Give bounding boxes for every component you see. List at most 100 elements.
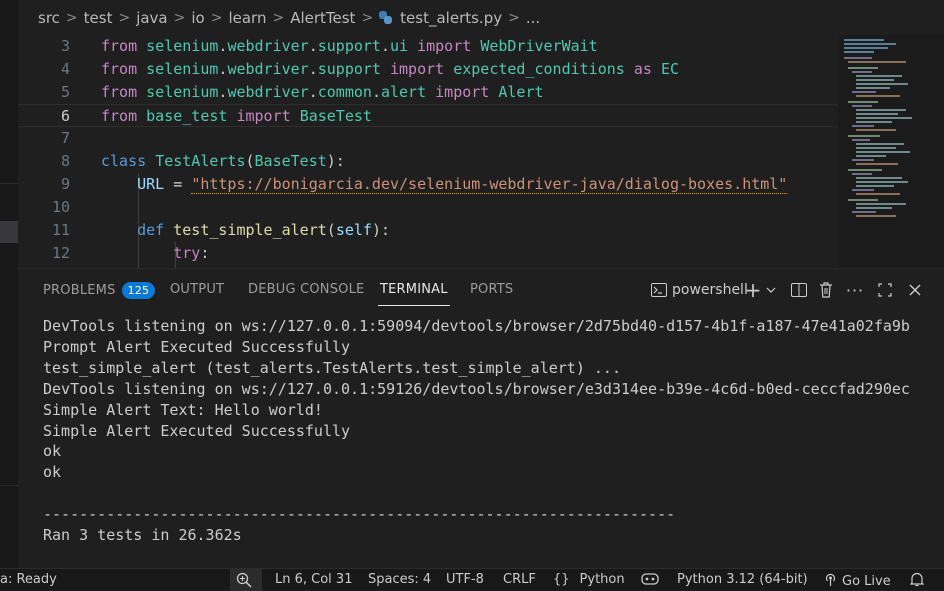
notifications-bell-icon[interactable] [910, 572, 924, 587]
language-mode[interactable]: {} Python [553, 572, 625, 587]
split-icon [788, 279, 810, 301]
code-line[interactable]: 12 try: [18, 242, 838, 265]
code-text: class TestAlerts(BaseTest): [101, 152, 345, 170]
python-file-icon [379, 11, 393, 24]
code-editor[interactable]: 3 from selenium.webdriver.support.ui imp… [18, 35, 838, 268]
problems-count-badge: 125 [121, 282, 156, 299]
left-strip [0, 0, 18, 568]
left-strip-divider [0, 183, 18, 184]
cursor-position[interactable]: Ln 6, Col 31 [275, 572, 352, 587]
chevron-right-icon: > [173, 9, 186, 26]
terminal-line: Ran 3 tests in 26.362s [43, 526, 242, 545]
more-actions-button[interactable]: ··· [844, 278, 866, 302]
split-terminal-button[interactable] [788, 278, 810, 302]
zoom-icon [236, 572, 252, 588]
indentation[interactable]: Spaces: 4 [368, 572, 431, 587]
breadcrumb-test[interactable]: test [84, 9, 113, 27]
go-live-label: Go Live [842, 574, 891, 589]
code-text: from selenium.webdriver.common.alert imp… [101, 83, 544, 101]
terminal-line: ok [43, 463, 62, 482]
tab-problems[interactable]: PROBLEMS 125 [43, 282, 156, 299]
tab-output[interactable]: OUTPUT [170, 282, 224, 297]
line-number: 9 [60, 175, 70, 193]
terminal-line: Simple Alert Executed Successfully [43, 421, 351, 440]
breadcrumb-file[interactable]: test_alerts.py [400, 9, 502, 27]
code-line[interactable]: 7 [18, 127, 838, 150]
breadcrumb-learn[interactable]: learn [228, 9, 266, 27]
line-number: 3 [60, 37, 70, 55]
left-strip-divider [0, 485, 18, 486]
status-ready[interactable]: a: Ready [0, 572, 57, 587]
breadcrumb-src[interactable]: src [38, 9, 60, 27]
line-number: 6 [60, 107, 70, 125]
maximize-panel-button[interactable] [874, 278, 896, 302]
line-number: 10 [51, 198, 70, 216]
terminal-shell-selector[interactable]: powershell [648, 278, 748, 302]
code-line[interactable]: 11 def test_simple_alert(self): [18, 219, 838, 242]
terminal-line: DevTools listening on ws://127.0.0.1:591… [43, 379, 910, 398]
tab-ports[interactable]: PORTS [470, 282, 513, 297]
chevron-right-icon: > [272, 9, 285, 26]
breadcrumb-alerttest[interactable]: AlertTest [290, 9, 355, 27]
line-number: 7 [60, 129, 70, 147]
chevron-right-icon: > [210, 9, 223, 26]
line-number: 12 [51, 244, 70, 262]
tab-debug-console[interactable]: DEBUG CONSOLE [248, 282, 364, 297]
terminal-line: Prompt Alert Executed Successfully [43, 337, 351, 356]
python-interpreter[interactable]: Python 3.12 (64-bit) [677, 572, 808, 587]
tab-problems-label: PROBLEMS [43, 283, 116, 298]
breadcrumb: src > test > java > io > learn > AlertTe… [18, 0, 944, 35]
code-line-current[interactable]: 6 from base_test import BaseTest [18, 104, 838, 127]
terminal-output[interactable]: DevTools listening on ws://127.0.0.1:590… [43, 316, 910, 546]
code-line[interactable]: 5 from selenium.webdriver.common.alert i… [18, 81, 838, 104]
code-line[interactable]: 8 class TestAlerts(BaseTest): [18, 150, 838, 173]
language-label: Python [579, 572, 625, 587]
code-text: from base_test import BaseTest [101, 107, 372, 125]
terminal-line: ok [43, 442, 62, 461]
encoding[interactable]: UTF-8 [446, 572, 484, 587]
breadcrumb-java[interactable]: java [136, 9, 167, 27]
code-text: from selenium.webdriver.support import e… [101, 60, 679, 78]
tab-terminal[interactable]: TERMINAL [378, 282, 450, 306]
code-line[interactable]: 10 [18, 196, 838, 219]
braces-icon: {} [553, 572, 570, 587]
terminal-line: ----------------------------------------… [43, 505, 676, 524]
code-line[interactable]: 3 from selenium.webdriver.support.ui imp… [18, 35, 838, 58]
close-panel-button[interactable] [904, 278, 926, 302]
chevron-right-icon: > [65, 9, 78, 26]
broadcast-icon [823, 572, 838, 591]
shell-name: powershell [672, 282, 748, 298]
breadcrumb-symbol[interactable]: ... [526, 9, 540, 27]
code-text: def test_simple_alert(self): [137, 221, 390, 239]
code-text: URL = "https://bonigarcia.dev/selenium-w… [137, 175, 788, 194]
bottom-panel: PROBLEMS 125 OUTPUT DEBUG CONSOLE TERMINA… [18, 268, 944, 568]
breadcrumb-io[interactable]: io [191, 9, 204, 27]
line-number: 5 [60, 83, 70, 101]
copilot-icon[interactable] [641, 572, 659, 586]
chevron-down-icon[interactable] [764, 279, 778, 301]
terminal-icon [648, 279, 670, 301]
go-live-button[interactable]: Go Live [823, 572, 891, 591]
ellipsis-icon: ··· [845, 280, 865, 300]
code-text: from selenium.webdriver.support.ui impor… [101, 37, 598, 55]
trash-icon [815, 279, 837, 301]
plus-icon: + [744, 278, 762, 302]
new-terminal-button[interactable]: + [742, 278, 778, 302]
chevron-right-icon: > [118, 9, 131, 26]
code-text: try: [173, 244, 210, 262]
line-number: 11 [51, 221, 70, 239]
line-endings[interactable]: CRLF [503, 572, 536, 587]
close-icon [904, 279, 926, 301]
maximize-icon [874, 279, 896, 301]
code-line[interactable]: 9 URL = "https://bonigarcia.dev/selenium… [18, 173, 838, 196]
code-line[interactable]: 4 from selenium.webdriver.support import… [18, 58, 838, 81]
kill-terminal-button[interactable] [815, 278, 837, 302]
chevron-right-icon: > [508, 9, 520, 26]
terminal-line: DevTools listening on ws://127.0.0.1:590… [43, 317, 910, 335]
left-strip-selection [0, 221, 18, 243]
status-bar: a: Ready Ln 6, Col 31 Spaces: 4 UTF-8 CR… [0, 568, 944, 591]
chevron-right-icon: > [361, 9, 374, 26]
panel-tabs: PROBLEMS 125 OUTPUT DEBUG CONSOLE TERMINA… [18, 269, 944, 312]
terminal-line: Simple Alert Text: Hello world! [43, 400, 323, 419]
minimap[interactable] [838, 35, 944, 268]
